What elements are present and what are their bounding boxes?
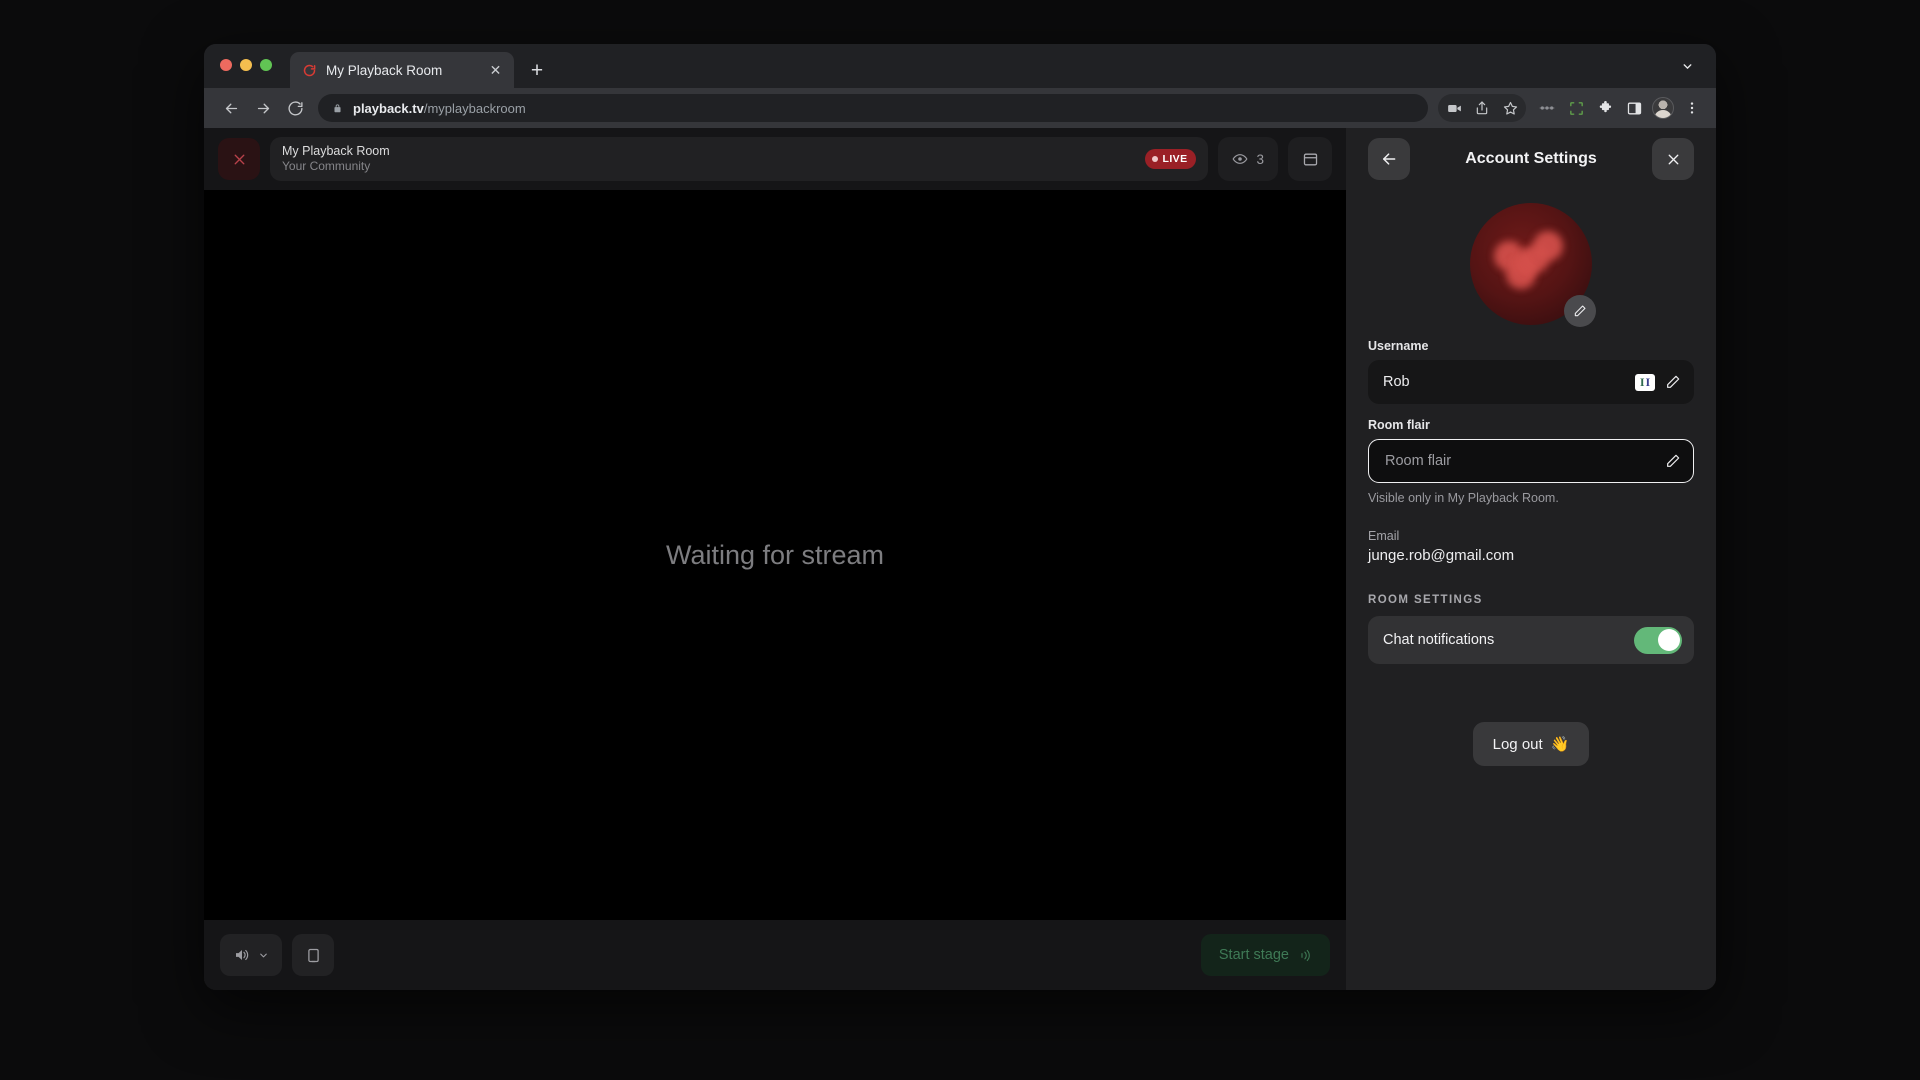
start-stage-speaker-icon: [1297, 948, 1312, 963]
leave-room-button[interactable]: [218, 138, 260, 180]
room-flair-helper-text: Visible only in My Playback Room.: [1368, 491, 1559, 505]
avatar-blob: [1533, 231, 1563, 261]
email-value: junge.rob@gmail.com: [1368, 547, 1515, 564]
share-icon[interactable]: [1468, 94, 1496, 122]
lock-icon: [332, 103, 343, 114]
back-arrow-icon[interactable]: [216, 93, 246, 123]
logout-section: Log out 👋: [1368, 722, 1694, 766]
address-bar-url: playback.tv/myplaybackroom: [353, 101, 526, 116]
edit-room-flair-pencil-icon[interactable]: [1665, 453, 1681, 469]
reload-icon[interactable]: [280, 93, 310, 123]
username-field[interactable]: Rob II: [1368, 360, 1694, 404]
profile-avatar[interactable]: [1470, 203, 1596, 327]
layout-window-button[interactable]: [1288, 137, 1332, 181]
room-meta: My Playback Room Your Community: [282, 144, 1145, 174]
window-minimize-button[interactable]: [240, 59, 252, 71]
stage-header: My Playback Room Your Community LIVE 3: [204, 128, 1346, 190]
tab-close-icon[interactable]: ✕: [487, 62, 504, 79]
side-panel-icon[interactable]: [1620, 94, 1648, 122]
tab-favicon-replay-icon: [302, 63, 317, 78]
room-subtitle: Your Community: [282, 159, 371, 173]
video-camera-icon[interactable]: [1440, 94, 1468, 122]
window-maximize-button[interactable]: [260, 59, 272, 71]
panel-back-button[interactable]: [1368, 138, 1410, 180]
panel-header: Account Settings: [1368, 128, 1694, 190]
video-placeholder-text: Waiting for stream: [665, 539, 885, 570]
eye-icon: [1232, 151, 1248, 167]
chat-notifications-row[interactable]: Chat notifications: [1368, 616, 1694, 664]
edit-username-pencil-icon[interactable]: [1665, 374, 1681, 390]
viewer-count: 3: [1256, 151, 1264, 167]
logout-label: Log out: [1492, 735, 1543, 753]
toolbar-icon-group: [1438, 94, 1526, 122]
extension-media-icon[interactable]: [1533, 94, 1561, 122]
badge-right-letter: I: [1645, 375, 1651, 389]
chevron-down-icon: [258, 950, 269, 961]
toolbar-icons: [1438, 94, 1706, 122]
live-label: LIVE: [1162, 153, 1188, 165]
address-bar[interactable]: playback.tv/myplaybackroom: [318, 94, 1428, 122]
panel-title: Account Settings: [1465, 150, 1597, 167]
url-path: /myplaybackroom: [423, 100, 526, 116]
stage-footer: Start stage: [204, 920, 1346, 990]
stage-panel: My Playback Room Your Community LIVE 3 W…: [204, 128, 1346, 990]
bookmark-star-icon[interactable]: [1496, 94, 1524, 122]
room-flair-placeholder: Room flair: [1383, 453, 1655, 469]
room-settings-section-title: ROOM SETTINGS: [1368, 594, 1483, 606]
username-label: Username: [1368, 339, 1429, 353]
screen-capture-icon[interactable]: [1562, 94, 1590, 122]
speaker-icon: [233, 946, 251, 964]
viewer-count-button[interactable]: 3: [1218, 137, 1278, 181]
email-label: Email: [1368, 529, 1400, 543]
user-flair-badge-icon: II: [1635, 373, 1655, 391]
video-stage[interactable]: Waiting for stream: [204, 190, 1346, 920]
chat-notifications-label: Chat notifications: [1383, 632, 1495, 648]
start-stage-button[interactable]: Start stage: [1200, 934, 1330, 976]
account-settings-panel: Account Settings Username Rob I I Room f…: [1346, 128, 1716, 990]
profile-avatar-icon[interactable]: [1649, 94, 1677, 122]
new-tab-button[interactable]: +: [522, 55, 552, 85]
browser-toolbar: playback.tv/myplaybackroom: [204, 88, 1716, 128]
screen-share-button[interactable]: [292, 934, 334, 976]
room-info-card[interactable]: My Playback Room Your Community LIVE: [270, 137, 1209, 181]
tab-title: My Playback Room: [326, 62, 443, 78]
browser-tab[interactable]: My Playback Room ✕: [290, 52, 514, 88]
chat-notifications-toggle[interactable]: [1634, 626, 1682, 654]
logout-button[interactable]: Log out 👋: [1472, 722, 1590, 766]
kebab-menu-icon[interactable]: [1678, 94, 1706, 122]
live-status-badge: LIVE: [1144, 149, 1197, 169]
browser-tab-strip: My Playback Room ✕ +: [204, 44, 1716, 88]
waving-hand-icon: 👋: [1550, 736, 1570, 753]
url-host: playback.tv: [353, 100, 424, 116]
edit-avatar-pencil-icon[interactable]: [1564, 295, 1596, 327]
badge-left-letter: I: [1639, 375, 1645, 389]
room-name: My Playback Room: [282, 144, 390, 158]
window-close-button[interactable]: [220, 59, 232, 71]
browser-window: My Playback Room ✕ + playback.tv/myplayb…: [204, 44, 1716, 990]
start-stage-label: Start stage: [1218, 947, 1289, 963]
forward-arrow-icon[interactable]: [248, 93, 278, 123]
tab-search-chevron-down-icon[interactable]: [1681, 60, 1694, 78]
puzzle-extensions-icon[interactable]: [1591, 94, 1619, 122]
window-traffic-lights: [220, 44, 272, 88]
avatar: [1652, 97, 1674, 119]
username-value: Rob: [1383, 374, 1410, 390]
volume-button[interactable]: [220, 934, 282, 976]
panel-close-button[interactable]: [1652, 138, 1694, 180]
room-flair-placeholder-text: Room flair: [1385, 453, 1452, 469]
page-content: My Playback Room Your Community LIVE 3 W…: [204, 128, 1716, 990]
toggle-knob: [1657, 629, 1680, 651]
live-dot-icon: [1151, 156, 1158, 162]
room-flair-field[interactable]: Room flair: [1368, 439, 1694, 483]
room-flair-label: Room flair: [1368, 418, 1430, 432]
